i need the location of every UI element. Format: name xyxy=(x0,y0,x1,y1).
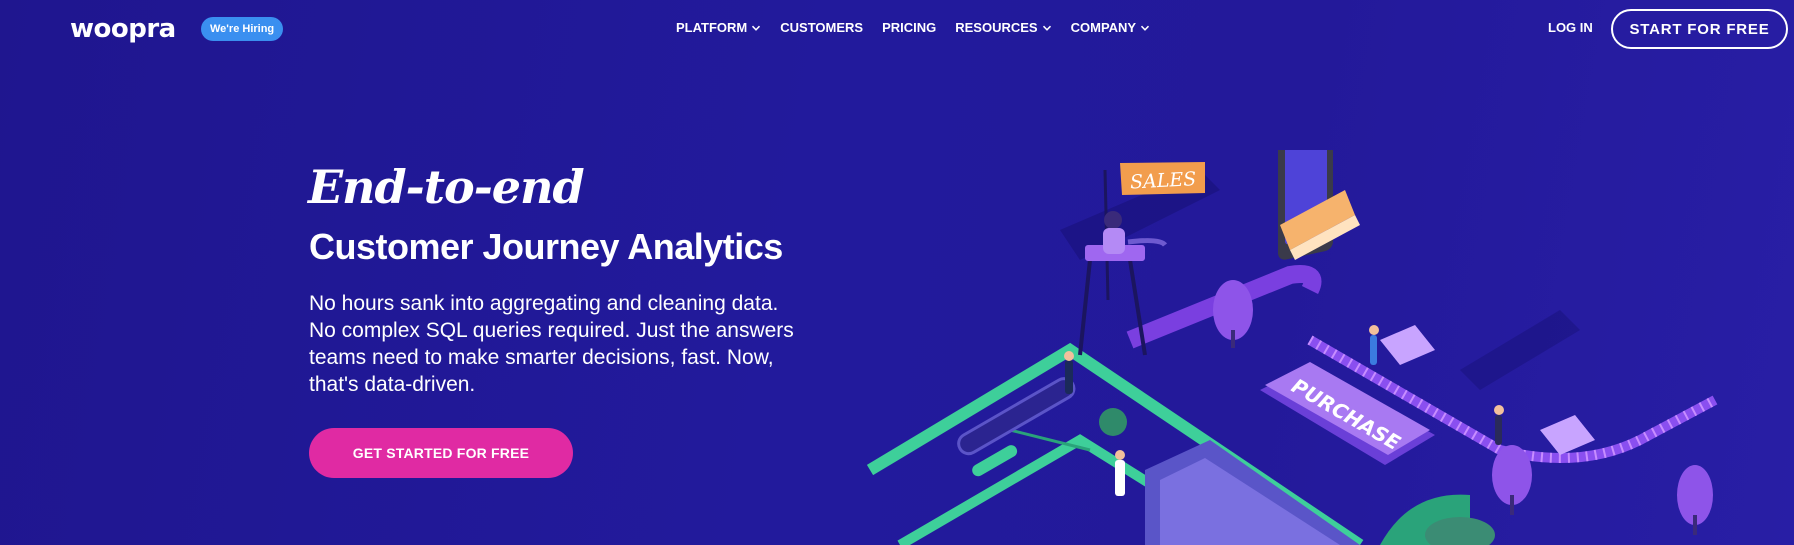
woopra-logo[interactable]: woopra xyxy=(70,14,176,44)
site-header: woopra We're Hiring PLATFORM CUSTOMERS P… xyxy=(0,0,1794,58)
sales-flag-label: SALES xyxy=(1130,168,1197,193)
phone-store xyxy=(1278,150,1360,260)
chevron-down-icon xyxy=(752,25,761,31)
hero-title: Customer Journey Analytics xyxy=(309,226,783,267)
nav-resources[interactable]: RESOURCES xyxy=(955,20,1051,35)
chevron-down-icon xyxy=(1141,25,1150,31)
progress-bar-object xyxy=(957,377,1076,477)
hero-script-title: End-to-end xyxy=(308,160,585,214)
chevron-down-icon xyxy=(1042,25,1051,31)
get-started-button[interactable]: GET STARTED FOR FREE xyxy=(309,428,573,478)
nav-customers-label: CUSTOMERS xyxy=(780,20,864,35)
customer-journey-illustration: SALES PURCHASE xyxy=(866,150,1718,545)
login-link[interactable]: LOG IN xyxy=(1548,20,1593,35)
nav-company[interactable]: COMPANY xyxy=(1071,20,1150,35)
nav-customers[interactable]: CUSTOMERS xyxy=(780,20,863,35)
hiring-badge[interactable]: We're Hiring xyxy=(201,17,284,41)
nav-resources-label: RESOURCES xyxy=(955,20,1038,35)
nav-platform[interactable]: PLATFORM xyxy=(676,20,761,35)
nav-platform-label: PLATFORM xyxy=(676,20,748,35)
main-nav: PLATFORM CUSTOMERS PRICING RESOURCES COM… xyxy=(676,20,1150,35)
purchase-sign: PURCHASE xyxy=(1260,362,1435,465)
nav-pricing-label: PRICING xyxy=(882,20,937,35)
start-for-free-button[interactable]: START FOR FREE xyxy=(1611,9,1788,49)
nav-pricing[interactable]: PRICING xyxy=(882,20,936,35)
nav-company-label: COMPANY xyxy=(1070,20,1137,35)
bottom-platform xyxy=(1145,440,1495,545)
hero-description: No hours sank into aggregating and clean… xyxy=(309,292,794,396)
